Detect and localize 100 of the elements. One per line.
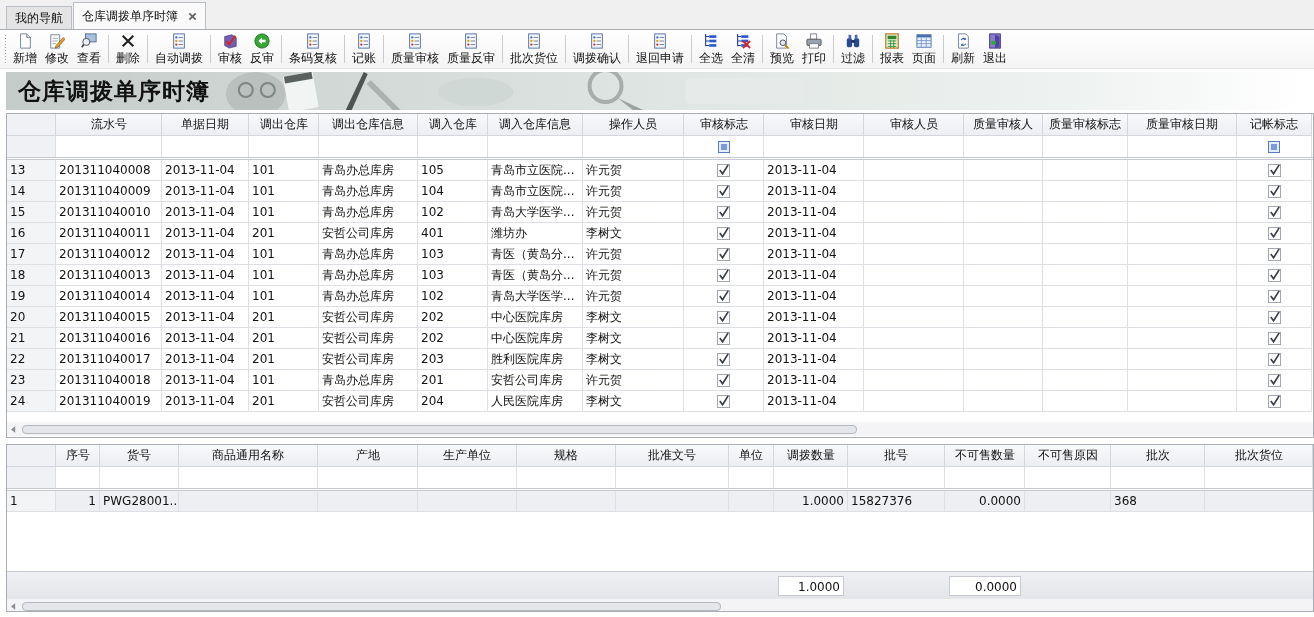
toolbar-button[interactable]: 打印 xyxy=(798,32,830,66)
column-header[interactable]: 流水号 xyxy=(56,114,162,136)
column-header[interactable]: 质量审核人 xyxy=(964,114,1043,136)
table-cell: 201 xyxy=(249,391,319,412)
checked-checkbox[interactable] xyxy=(1267,289,1281,303)
checked-checkbox[interactable] xyxy=(717,352,730,366)
tab[interactable]: 我的导航 xyxy=(6,6,72,29)
column-header[interactable]: 不可售数量 xyxy=(945,445,1025,467)
column-header[interactable]: 调出仓库信息 xyxy=(319,114,418,136)
toolbar-button[interactable]: 过滤 xyxy=(837,32,869,66)
list-icon xyxy=(589,33,605,49)
toolbar-button[interactable]: 调拨确认 xyxy=(569,32,625,66)
column-header[interactable]: 审核标志 xyxy=(684,114,764,136)
horizontal-scrollbar[interactable] xyxy=(7,422,1313,436)
toolbar-button[interactable]: 报表 xyxy=(876,32,908,66)
toolbar-button[interactable]: 刷新 xyxy=(947,32,979,66)
column-header[interactable]: 记帐标志 xyxy=(1237,114,1312,136)
toolbar-button[interactable]: 查看 xyxy=(73,32,105,66)
checked-checkbox[interactable] xyxy=(1267,247,1281,261)
checked-checkbox[interactable] xyxy=(1267,352,1281,366)
column-header[interactable]: 审核日期 xyxy=(764,114,864,136)
checked-checkbox[interactable] xyxy=(1267,163,1281,177)
table-cell: 人民医院库房 xyxy=(488,391,583,412)
calculator-icon xyxy=(884,33,900,49)
grip-icon[interactable] xyxy=(4,34,7,64)
toolbar-button[interactable]: 自动调拨 xyxy=(151,32,207,66)
column-header[interactable]: 单位 xyxy=(729,445,774,467)
column-header[interactable]: 不可售原因 xyxy=(1025,445,1111,467)
scroll-left-icon[interactable] xyxy=(11,602,16,610)
toolbar-button[interactable]: 修改 xyxy=(41,32,73,66)
toolbar-button[interactable]: 条码复核 xyxy=(285,32,341,66)
column-header[interactable]: 调入仓库 xyxy=(418,114,488,136)
column-header[interactable]: 调出仓库 xyxy=(249,114,319,136)
scrollbar-thumb[interactable] xyxy=(22,601,721,611)
toolbar-button[interactable]: 全选 xyxy=(695,32,727,66)
checked-checkbox[interactable] xyxy=(717,163,730,177)
column-header[interactable]: 批次 xyxy=(1111,445,1205,467)
table-row[interactable]: 1 1 PWG28001... 1.0000 15827376 0.0000 368 xyxy=(7,491,1313,512)
column-header[interactable]: 生产单位 xyxy=(418,445,517,467)
toolbar-button[interactable]: 预览 xyxy=(766,32,798,66)
checked-checkbox[interactable] xyxy=(1267,310,1281,324)
checked-checkbox[interactable] xyxy=(717,289,730,303)
toolbar-button[interactable]: 退回申请 xyxy=(632,32,688,66)
table-cell: 青岛办总库房 xyxy=(319,202,418,223)
column-header[interactable]: 审核人员 xyxy=(864,114,964,136)
column-header[interactable]: 质量审核标志 xyxy=(1043,114,1128,136)
checked-checkbox[interactable] xyxy=(1267,268,1281,282)
checked-checkbox[interactable] xyxy=(1267,331,1281,345)
checked-checkbox[interactable] xyxy=(717,205,730,219)
table-cell: 青岛办总库房 xyxy=(319,265,418,286)
column-header[interactable]: 批次货位 xyxy=(1205,445,1313,467)
checked-checkbox[interactable] xyxy=(717,394,730,408)
column-header[interactable]: 序号 xyxy=(56,445,100,467)
column-header[interactable]: 产地 xyxy=(318,445,418,467)
toolbar-button[interactable]: 页面 xyxy=(908,32,940,66)
checked-checkbox[interactable] xyxy=(1267,373,1281,387)
toolbar-button[interactable]: 反审 xyxy=(246,32,278,66)
column-header[interactable]: 调拨数量 xyxy=(774,445,848,467)
checked-checkbox[interactable] xyxy=(717,226,730,240)
column-header[interactable]: 商品通用名称 xyxy=(179,445,318,467)
table-cell: 许元贺 xyxy=(583,181,684,202)
column-header[interactable]: 规格 xyxy=(517,445,616,467)
horizontal-scrollbar[interactable] xyxy=(7,599,1313,611)
row-number: 24 xyxy=(7,391,56,412)
scroll-left-icon[interactable] xyxy=(11,425,16,433)
toolbar-button[interactable]: 批次货位 xyxy=(506,32,562,66)
checked-checkbox[interactable] xyxy=(717,184,730,198)
tab[interactable]: 仓库调拨单序时簿 xyxy=(73,2,206,29)
row-number: 17 xyxy=(7,244,56,265)
column-header[interactable]: 批号 xyxy=(848,445,945,467)
checked-checkbox[interactable] xyxy=(717,268,730,282)
column-header[interactable]: 调入仓库信息 xyxy=(488,114,583,136)
toolbar-button[interactable]: 质量审核 xyxy=(387,32,443,66)
filter-checkbox[interactable] xyxy=(1268,140,1280,153)
column-header[interactable]: 货号 xyxy=(100,445,179,467)
column-header[interactable]: 批准文号 xyxy=(616,445,729,467)
toolbar-button[interactable]: 删除 xyxy=(112,32,144,66)
table-cell: 2013-11-04 xyxy=(162,244,249,265)
toolbar-button[interactable]: 退出 xyxy=(979,32,1011,66)
close-icon[interactable] xyxy=(188,11,197,21)
toolbar-button[interactable]: 质量反审 xyxy=(443,32,499,66)
table-cell: 2013-11-04 xyxy=(162,328,249,349)
checked-checkbox[interactable] xyxy=(717,331,730,345)
scrollbar-thumb[interactable] xyxy=(22,424,857,434)
column-header[interactable]: 操作人员 xyxy=(583,114,684,136)
toolbar-button[interactable]: 全清 xyxy=(727,32,759,66)
checked-checkbox[interactable] xyxy=(717,373,730,387)
checked-checkbox[interactable] xyxy=(717,247,730,261)
checked-checkbox[interactable] xyxy=(1267,184,1281,198)
table-cell: PWG28001... xyxy=(100,491,179,512)
checked-checkbox[interactable] xyxy=(1267,226,1281,240)
checked-checkbox[interactable] xyxy=(1267,205,1281,219)
checked-checkbox[interactable] xyxy=(1267,394,1281,408)
toolbar-button[interactable]: 新增 xyxy=(9,32,41,66)
filter-checkbox[interactable] xyxy=(717,140,730,153)
toolbar-button[interactable]: 审核 xyxy=(214,32,246,66)
toolbar-button[interactable]: 记账 xyxy=(348,32,380,66)
column-header[interactable]: 质量审核日期 xyxy=(1128,114,1237,136)
column-header[interactable]: 单据日期 xyxy=(162,114,249,136)
checked-checkbox[interactable] xyxy=(717,310,730,324)
